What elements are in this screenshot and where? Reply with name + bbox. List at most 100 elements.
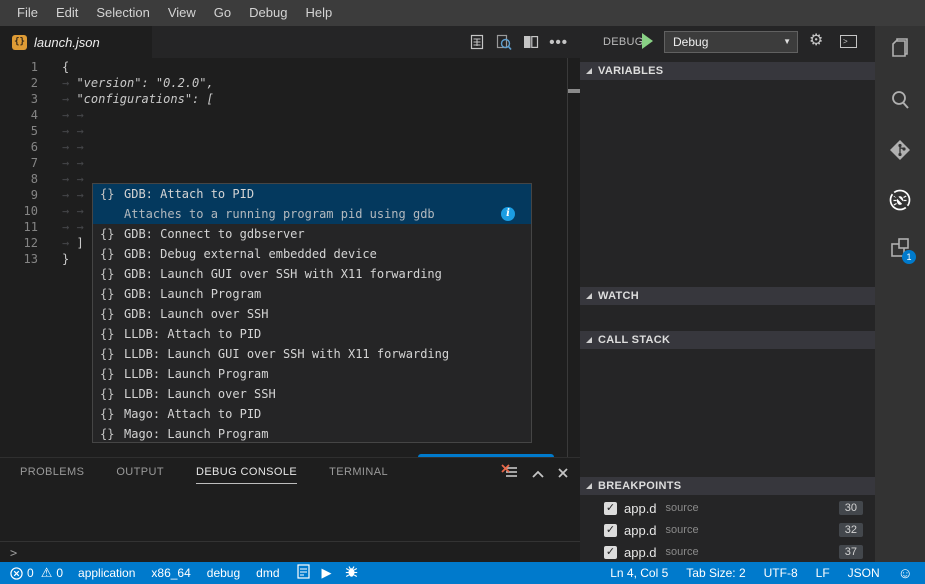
statusbar-item[interactable]: Ln 4, Col 5 [610,566,668,580]
breakpoint-row[interactable]: ✓ app.d source 32 [580,519,875,541]
suggest-label: GDB: Attach to PID [124,184,254,204]
suggest-item[interactable]: {} GDB: Connect to gdbserver [93,224,531,244]
source-control-icon[interactable] [888,138,912,162]
code-line[interactable]: 1 { [0,59,560,75]
menu-item[interactable]: Debug [240,0,296,26]
breakpoint-row[interactable]: ✓ app.d source 30 [580,497,875,519]
debug-icon[interactable] [888,188,912,212]
open-settings-doc-icon[interactable] [469,34,485,50]
run-play-icon[interactable]: ▶ [322,565,332,581]
suggest-item[interactable]: {} LLDB: Launch Program [93,364,531,384]
search-icon[interactable] [888,88,912,112]
code-text: { [62,59,69,75]
suggest-item-selected[interactable]: {} GDB: Attach to PID Attaches to a runn… [93,184,531,224]
statusbar-item[interactable]: LF [816,566,830,580]
extensions-icon[interactable]: 1 [888,236,912,260]
panel-tab[interactable]: OUTPUT [116,466,164,484]
breakpoint-checkbox[interactable]: ✓ [604,502,617,515]
breakpoint-kind: source [666,524,699,536]
panel-tab[interactable]: PROBLEMS [20,466,84,484]
suggest-item[interactable]: {} GDB: Launch Program [93,284,531,304]
clear-console-icon[interactable] [501,464,518,484]
bottom-panel: PROBLEMS OUTPUT DEBUG CONSOLE TERMINAL > [0,457,580,562]
error-count[interactable]: 0 [10,566,34,580]
console-prompt-chevron[interactable]: > [10,546,17,560]
start-debug-icon[interactable] [642,33,653,49]
statusbar-item[interactable]: UTF-8 [764,566,798,580]
split-editor-icon[interactable] [523,35,539,49]
warning-count[interactable]: ⚠ 0 [41,565,63,581]
menu-item[interactable]: Go [205,0,240,26]
suggest-item[interactable]: {} LLDB: Attach to PID [93,324,531,344]
breakpoint-checkbox[interactable]: ✓ [604,546,617,559]
suggest-label: LLDB: Launch Program [124,364,269,384]
suggest-label: GDB: Debug external embedded device [124,244,377,264]
code-line[interactable]: 4 → → [0,107,560,123]
bug-icon[interactable] [344,564,359,582]
line-number: 6 [0,139,38,155]
section-breakpoints[interactable]: BREAKPOINTS [580,477,875,495]
suggest-widget: {} GDB: Attach to PID Attaches to a runn… [92,183,532,443]
explorer-icon[interactable] [888,36,912,60]
whitespace-arrows: → → [62,107,91,123]
statusbar-item[interactable]: dmd [256,566,279,580]
panel-tab[interactable]: TERMINAL [329,466,388,484]
breakpoint-kind: source [666,546,699,558]
feedback-smiley-icon[interactable]: ☺ [898,565,913,582]
suggest-item[interactable]: {} GDB: Launch over SSH [93,304,531,324]
code-line[interactable]: 3 → "configurations": [ [0,91,560,107]
console-input-separator [0,541,580,542]
suggest-item[interactable]: {} GDB: Debug external embedded device [93,244,531,264]
suggest-item[interactable]: {} LLDB: Launch GUI over SSH with X11 fo… [93,344,531,364]
statusbar-item[interactable]: Tab Size: 2 [686,566,745,580]
close-panel-icon[interactable] [558,465,568,483]
menu-item[interactable]: File [8,0,47,26]
tab-launch-json[interactable]: {} launch.json [0,26,152,58]
whitespace-arrows: → [62,75,76,91]
suggest-item[interactable]: {} GDB: Launch GUI over SSH with X11 for… [93,264,531,284]
section-call-stack[interactable]: CALL STACK [580,331,875,349]
snippet-braces-icon: {} [100,304,124,324]
json-file-icon: {} [12,35,27,50]
suggest-item[interactable]: {} Mago: Attach to PID [93,404,531,424]
code-line[interactable]: 6 → → [0,139,560,155]
snippet-braces-icon: {} [100,264,124,284]
suggest-item[interactable]: {} LLDB: Launch over SSH [93,384,531,404]
code-editor[interactable]: 1 { 2 → "version": "0.2.0", 3 → "configu… [0,58,580,457]
debug-console-toggle-icon[interactable]: > [840,35,857,48]
statusbar-item[interactable]: x86_64 [151,566,190,580]
coverage-doc-icon[interactable] [297,564,310,582]
suggest-item[interactable]: {} Mago: Launch Program [93,424,531,444]
statusbar-item[interactable]: JSON [848,566,880,580]
menu-item[interactable]: Edit [47,0,87,26]
menu-item[interactable]: Help [296,0,341,26]
suggest-label: GDB: Launch GUI over SSH with X11 forwar… [124,264,442,284]
statusbar-right-items: Ln 4, Col 5 Tab Size: 2 UTF-8 LF JSON [610,566,879,580]
info-icon[interactable]: i [501,207,515,221]
breakpoint-checkbox[interactable]: ✓ [604,524,617,537]
code-line[interactable]: 7 → → [0,155,560,171]
debug-config-dropdown[interactable]: Debug ▼ [664,31,798,53]
code-text: ] [76,235,83,251]
overview-ruler [567,58,568,457]
panel-actions [501,464,568,484]
collapse-twisty-icon [586,337,592,343]
section-variables[interactable]: VARIABLES [580,62,875,80]
gear-icon[interactable]: ⚙ [809,30,823,52]
open-preview-search-icon[interactable] [495,34,513,51]
maximize-panel-icon[interactable] [532,465,544,483]
panel-tab[interactable]: DEBUG CONSOLE [196,466,297,484]
statusbar-item[interactable]: debug [207,566,240,580]
breakpoint-row[interactable]: ✓ app.d source 37 [580,541,875,563]
menu-item[interactable]: Selection [87,0,158,26]
section-watch[interactable]: WATCH [580,287,875,305]
line-number: 4 [0,107,38,123]
line-number: 8 [0,171,38,187]
menu-item[interactable]: View [159,0,205,26]
section-label: VARIABLES [598,65,663,77]
breakpoint-kind: source [666,502,699,514]
code-line[interactable]: 2 → "version": "0.2.0", [0,75,560,91]
code-line[interactable]: 5 → → [0,123,560,139]
more-actions-icon[interactable]: ••• [549,34,568,51]
statusbar-item[interactable]: application [78,566,135,580]
